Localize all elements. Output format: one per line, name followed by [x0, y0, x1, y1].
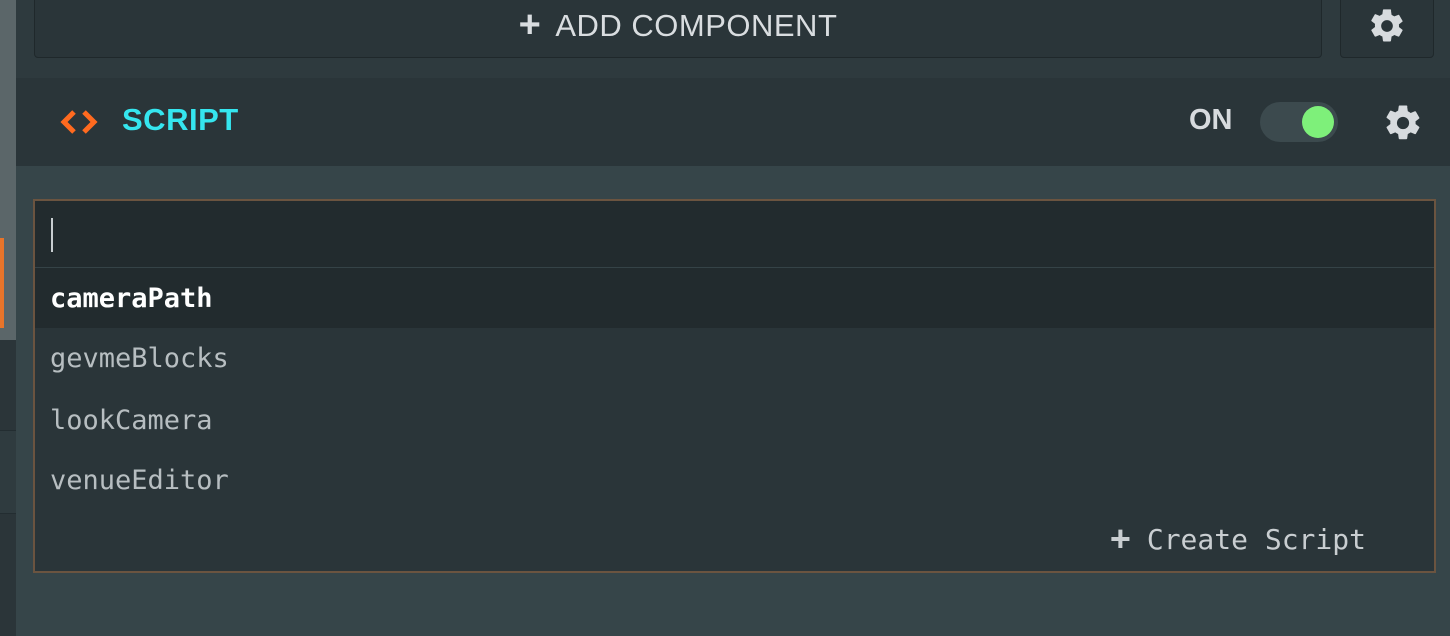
create-script-button[interactable]: + Create Script — [1110, 521, 1366, 557]
create-script-label: Create Script — [1146, 522, 1366, 556]
code-brackets-icon — [60, 108, 98, 141]
script-option-label: gevmeBlocks — [50, 342, 229, 374]
gear-icon[interactable] — [1382, 102, 1424, 149]
left-panel-active-marker — [0, 238, 4, 328]
script-search-input[interactable] — [49, 213, 1413, 257]
script-component-header: SCRIPT ON — [16, 78, 1450, 166]
script-option[interactable]: gevmeBlocks — [35, 328, 1434, 388]
plus-icon: + — [1109, 518, 1131, 559]
script-option[interactable]: venueEditor — [35, 450, 1434, 510]
add-component-button[interactable]: + ADD COMPONENT — [34, 0, 1322, 58]
component-title: SCRIPT — [122, 102, 239, 137]
script-option[interactable]: cameraPath — [35, 268, 1434, 328]
plus-icon: + — [518, 4, 542, 46]
component-enabled-toggle[interactable] — [1260, 102, 1338, 142]
left-panel-edge — [0, 0, 16, 636]
toggle-state-label: ON — [1189, 104, 1233, 136]
entity-settings-button[interactable] — [1340, 0, 1434, 58]
left-panel-item[interactable] — [0, 430, 16, 514]
script-option-label: lookCamera — [50, 404, 213, 436]
script-search-row — [35, 201, 1434, 268]
script-option-label: cameraPath — [50, 282, 213, 314]
script-picker-dropdown: cameraPath gevmeBlocks lookCamera venueE… — [33, 199, 1436, 573]
add-component-label: ADD COMPONENT — [555, 8, 838, 43]
script-option[interactable]: lookCamera — [35, 390, 1434, 450]
script-option-label: venueEditor — [50, 464, 229, 496]
gear-icon — [1371, 9, 1403, 42]
toggle-knob — [1302, 106, 1334, 138]
